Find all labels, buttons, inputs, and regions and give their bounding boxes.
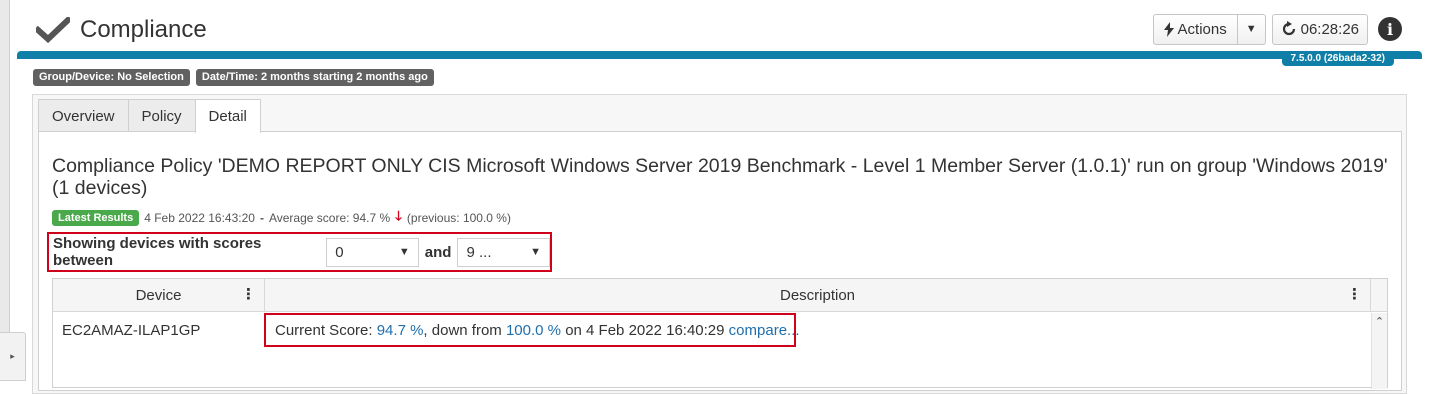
info-icon[interactable]: i: [1378, 17, 1402, 41]
column-header-device[interactable]: Device ⋮: [53, 279, 265, 312]
refresh-icon: [1281, 21, 1297, 37]
chevron-down-icon: ▼: [530, 246, 541, 258]
desc-prefix: Current Score:: [275, 321, 373, 339]
filter-tags: Group/Device: No Selection Date/Time: 2 …: [33, 69, 434, 86]
latest-results-badge: Latest Results: [52, 210, 140, 226]
device-cell: EC2AMAZ-ILAP1GP: [62, 321, 201, 339]
tab-policy[interactable]: Policy: [127, 99, 196, 132]
score-from-select[interactable]: 0 ▼: [326, 237, 419, 267]
tab-bar: Overview Policy Detail: [38, 99, 261, 133]
tab-overview[interactable]: Overview: [38, 99, 129, 132]
refresh-timer-button[interactable]: 06:28:26: [1271, 13, 1368, 45]
header-toolbar: Actions ▼ 06:28:26 i: [1152, 13, 1402, 45]
chevron-down-icon: ▼: [398, 246, 410, 258]
actions-button[interactable]: Actions: [1152, 13, 1238, 45]
compare-link[interactable]: compare...: [729, 322, 800, 339]
column-label: Description: [779, 287, 856, 304]
column-header-description[interactable]: Description ⋮: [265, 279, 1371, 312]
desc-on: on 4 Feb 2022 16:40:29: [565, 321, 725, 339]
score-to-value: 9 ...: [466, 243, 492, 261]
actions-button-group: Actions ▼: [1152, 13, 1266, 45]
and-label: and: [424, 243, 452, 261]
actions-label: Actions: [1177, 20, 1227, 38]
grid-scrollbar[interactable]: ⌃: [1371, 313, 1387, 389]
description-cell: Current Score: 94.7 %, down from 100.0 %…: [264, 313, 800, 347]
kebab-icon[interactable]: ⋮: [241, 286, 256, 304]
run-timestamp: 4 Feb 2022 16:43:20: [144, 211, 255, 225]
header-accent-bar: [17, 51, 1422, 59]
kebab-icon[interactable]: ⋮: [1347, 286, 1362, 304]
sidebar-toggle[interactable]: ▸: [0, 332, 26, 381]
column-label: Device: [135, 287, 182, 304]
results-grid: Device ⋮ Description ⋮ EC2AMAZ-ILAP1GP C…: [52, 278, 1388, 389]
checkmark-icon: [36, 17, 70, 43]
group-device-filter-tag[interactable]: Group/Device: No Selection: [33, 69, 190, 86]
grid-header: Device ⋮ Description ⋮: [53, 279, 1387, 312]
desc-mid: , down from: [423, 321, 502, 339]
score-to-select[interactable]: 9 ... ▼: [457, 237, 550, 267]
policy-run-title: Compliance Policy 'DEMO REPORT ONLY CIS …: [52, 155, 1388, 199]
meta-separator: -: [259, 211, 264, 225]
score-range-filter: Showing devices with scores between 0 ▼ …: [47, 232, 552, 272]
chevron-up-icon[interactable]: ⌃: [1375, 315, 1384, 389]
previous-score-link[interactable]: 100.0 %: [506, 322, 561, 339]
tab-detail[interactable]: Detail: [194, 99, 261, 133]
date-time-filter-tag[interactable]: Date/Time: 2 months starting 2 months ag…: [195, 69, 434, 86]
previous-score: (previous: 100.0 %): [406, 211, 511, 225]
left-gutter: [0, 0, 10, 381]
results-meta: Latest Results 4 Feb 2022 16:43:20 - Ave…: [52, 208, 511, 226]
page-header: Compliance: [36, 12, 207, 48]
down-arrow-icon: 🡓: [395, 208, 402, 223]
refresh-timer: 06:28:26: [1300, 20, 1359, 38]
lightning-icon: [1163, 21, 1174, 37]
score-filter-label: Showing devices with scores between: [53, 235, 262, 269]
chevron-right-icon: ▸: [10, 351, 15, 361]
actions-dropdown-toggle[interactable]: ▼: [1237, 13, 1266, 45]
average-score: Average score: 94.7 %: [268, 211, 391, 225]
chevron-down-icon: ▼: [1245, 23, 1257, 35]
table-row[interactable]: EC2AMAZ-ILAP1GP Current Score: 94.7 %, d…: [53, 313, 1371, 347]
current-score-link[interactable]: 94.7 %: [377, 322, 424, 339]
score-from-value: 0: [335, 243, 344, 261]
version-badge: 7.5.0.0 (26bada2-32): [1281, 52, 1394, 66]
page-title: Compliance: [80, 16, 207, 43]
